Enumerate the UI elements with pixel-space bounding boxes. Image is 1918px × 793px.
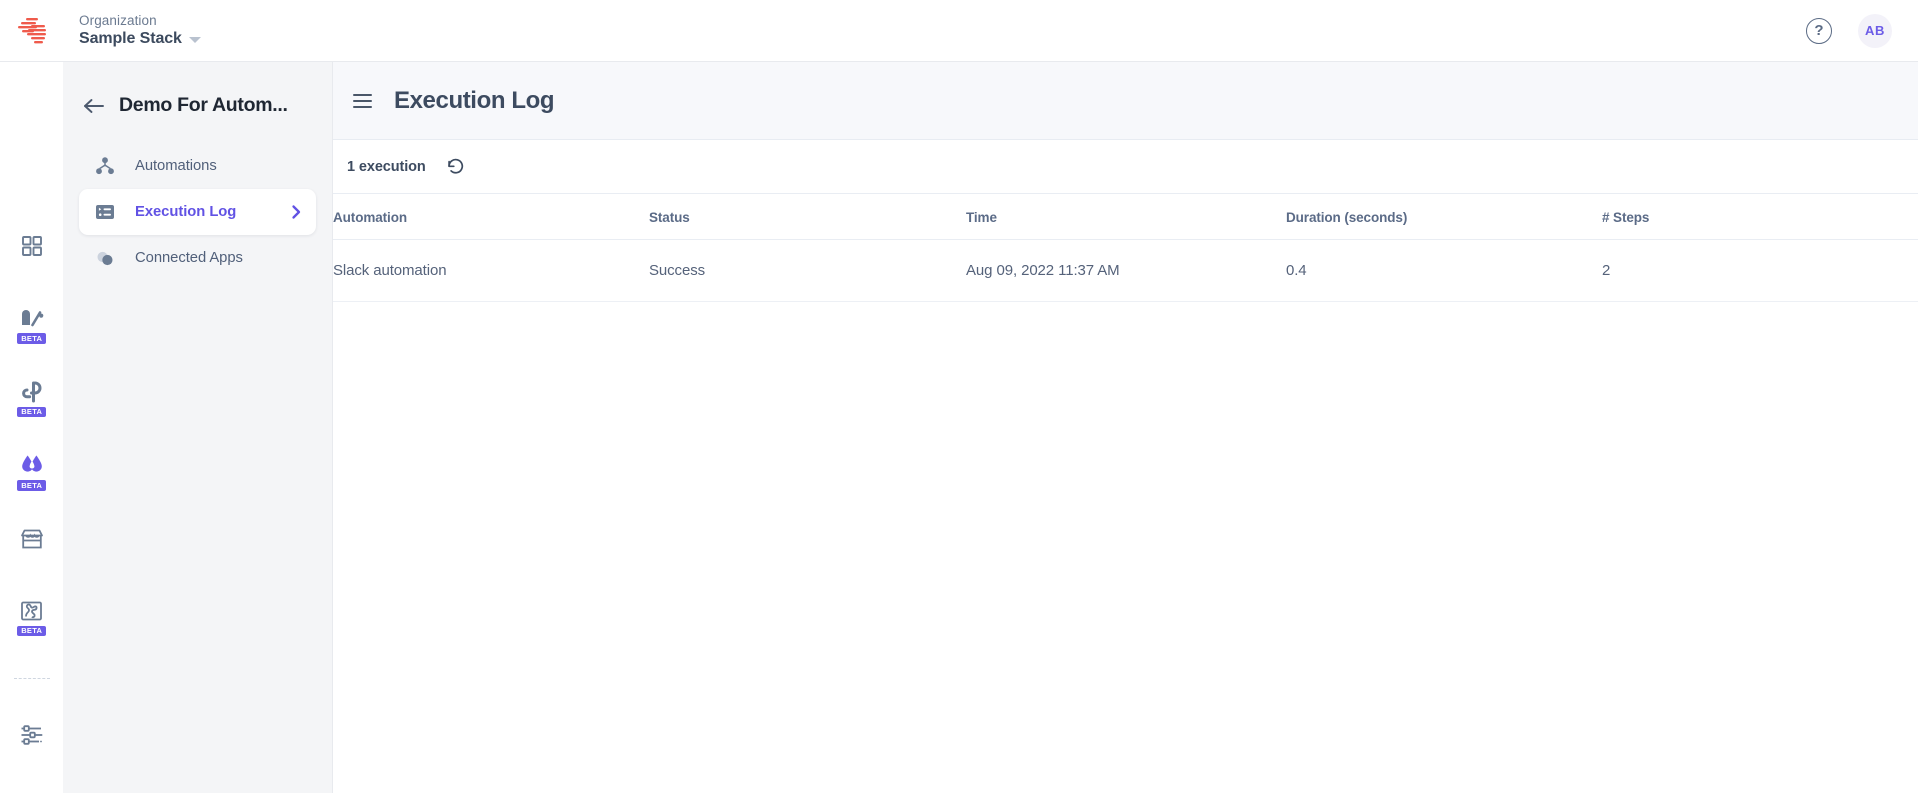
sidebar-item-label: Connected Apps: [135, 250, 243, 266]
sidebar-item-label: Automations: [135, 158, 217, 174]
page-title: Demo For Autom...: [119, 94, 288, 116]
sidebar-item-automations[interactable]: Automations: [79, 143, 316, 189]
execution-count: 1 execution: [347, 158, 426, 175]
red-stacked-bars-logo: [17, 17, 46, 43]
cell-duration: 0.4: [1286, 239, 1602, 302]
pipeline-icon: [22, 381, 42, 402]
connected-apps-circles-icon: [95, 248, 117, 268]
cell-status: Success: [649, 239, 966, 302]
rail-item-analytics[interactable]: BETA: [0, 306, 63, 344]
table-row[interactable]: Slack automation Success Aug 09, 2022 11…: [333, 239, 1918, 302]
droplets-icon: [21, 455, 42, 472]
rail-item-droplets[interactable]: BETA: [0, 453, 63, 491]
execution-log-table: Automation Status Time Duration (seconds…: [333, 194, 1918, 302]
automations-node-icon: [95, 156, 117, 176]
rail-item-integrations[interactable]: BETA: [0, 599, 63, 636]
grid-dashboard-icon: [21, 236, 42, 256]
subnav-list: Automations Execution Log Connected Apps: [63, 143, 332, 281]
column-header-duration[interactable]: Duration (seconds): [1286, 194, 1602, 240]
analytics-chart-icon: [21, 310, 43, 327]
column-header-automation[interactable]: Automation: [333, 194, 649, 240]
cell-time: Aug 09, 2022 11:37 AM: [966, 239, 1286, 302]
organization-switcher[interactable]: Organization Sample Stack: [79, 13, 201, 49]
beta-badge: BETA: [16, 333, 47, 344]
app-logo[interactable]: [0, 0, 63, 62]
table-toolbar: 1 execution: [333, 140, 1918, 194]
sidebar-item-execution-log[interactable]: Execution Log: [79, 189, 316, 235]
sidebar-item-label: Execution Log: [135, 204, 237, 220]
beta-badge: BETA: [16, 625, 47, 636]
sidebar-item-connected-apps[interactable]: Connected Apps: [79, 235, 316, 281]
beta-badge: BETA: [16, 480, 47, 491]
arrow-left-icon[interactable]: [83, 97, 105, 115]
top-bar: Organization Sample Stack ? AB: [0, 0, 1918, 62]
table-header-row: Automation Status Time Duration (seconds…: [333, 194, 1918, 240]
caret-down-icon[interactable]: [188, 37, 201, 44]
settings-sliders-icon: [21, 725, 42, 745]
cell-automation: Slack automation: [333, 239, 649, 302]
refresh-rotate-left-icon[interactable]: [446, 157, 465, 176]
puzzle-integration-icon: [21, 601, 42, 620]
column-header-status[interactable]: Status: [649, 194, 966, 240]
marketplace-store-icon: [20, 529, 43, 548]
cell-steps: 2: [1602, 239, 1918, 302]
column-header-steps[interactable]: # Steps: [1602, 194, 1918, 240]
subnav-header: Demo For Autom...: [63, 62, 332, 117]
topbar-actions: ? AB: [1806, 13, 1918, 48]
page-header: Execution Log: [333, 62, 1918, 140]
hamburger-menu-icon[interactable]: [353, 93, 372, 108]
rail-item-settings[interactable]: [0, 723, 63, 747]
chevron-right-icon[interactable]: [288, 204, 304, 220]
column-header-time[interactable]: Time: [966, 194, 1286, 240]
icon-rail: BETA BETA BETA BETA: [0, 62, 63, 793]
rail-item-pipeline[interactable]: BETA: [0, 380, 63, 417]
organization-label: Organization: [79, 12, 157, 28]
execution-log-list-icon: [95, 202, 117, 222]
rail-item-marketplace[interactable]: [0, 527, 63, 551]
rail-item-dashboard[interactable]: [0, 234, 63, 258]
help-question-icon[interactable]: ?: [1806, 17, 1832, 44]
avatar[interactable]: AB: [1858, 13, 1892, 48]
rail-divider: [13, 678, 50, 679]
main-content: Execution Log 1 execution Automation Sta…: [333, 62, 1918, 793]
secondary-sidebar: Demo For Autom... Automations Execution …: [63, 62, 333, 793]
organization-name: Sample Stack: [79, 30, 182, 48]
main-page-title: Execution Log: [394, 86, 555, 114]
beta-badge: BETA: [16, 406, 47, 417]
